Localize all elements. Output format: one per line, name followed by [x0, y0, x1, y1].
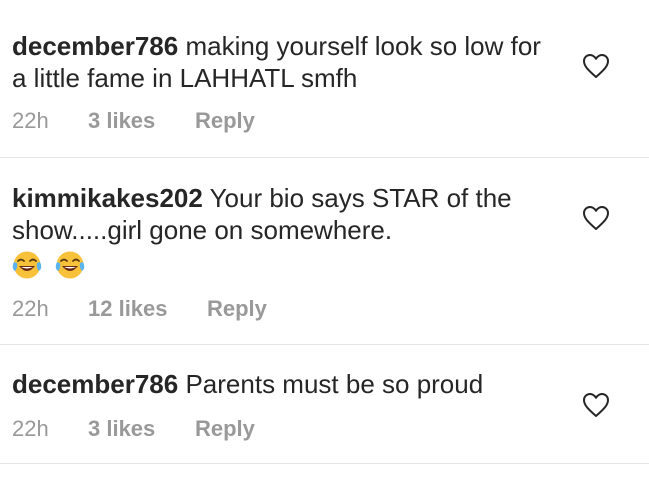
tears-of-joy-emoji-icon — [12, 251, 42, 279]
comment-time: 22h — [12, 416, 49, 441]
heart-icon[interactable] — [582, 53, 610, 79]
comment-username[interactable]: december786 — [12, 369, 178, 399]
comment-meta: 22h 12 likes Reply — [12, 296, 267, 322]
reply-button[interactable]: Reply — [195, 108, 255, 134]
divider — [0, 463, 649, 464]
reply-button[interactable]: Reply — [195, 416, 255, 442]
comment-text: Parents must be so proud — [185, 369, 484, 399]
comment-time: 22h — [12, 296, 49, 321]
comment-time: 22h — [12, 108, 49, 133]
comment-meta: 22h 3 likes Reply — [12, 416, 255, 442]
divider — [0, 157, 649, 158]
comment-username[interactable]: kimmikakes202 — [12, 183, 203, 213]
reply-button[interactable]: Reply — [207, 296, 267, 322]
divider — [0, 344, 649, 345]
likes-count[interactable]: 3 likes — [88, 108, 195, 134]
comment-body: kimmikakes202 Your bio says STAR of the … — [12, 182, 557, 284]
comment-body: december786 Parents must be so proud — [12, 368, 557, 400]
heart-icon[interactable] — [582, 392, 610, 418]
comment-body: december786 making yourself look so low … — [12, 30, 557, 94]
comment-meta: 22h 3 likes Reply — [12, 108, 255, 134]
comment-username[interactable]: december786 — [12, 31, 178, 61]
likes-count[interactable]: 3 likes — [88, 416, 195, 442]
heart-icon[interactable] — [582, 205, 610, 231]
emoji-row — [12, 250, 557, 284]
likes-count[interactable]: 12 likes — [88, 296, 207, 322]
tears-of-joy-emoji-icon — [55, 251, 85, 279]
